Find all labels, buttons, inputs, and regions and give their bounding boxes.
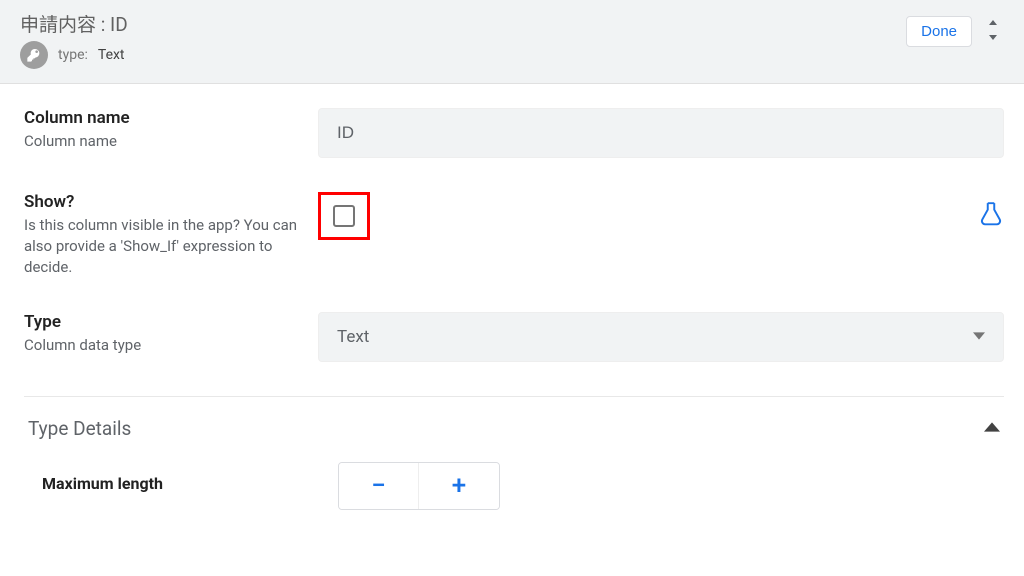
label-show: Show? Is this column visible in the app?… [24, 192, 318, 278]
header-subtitle: type: Text [20, 41, 128, 69]
row-type: Type Column data type Text [24, 312, 1004, 362]
divider [24, 396, 1004, 397]
type-value: Text [98, 47, 125, 63]
title-sep: : [96, 13, 110, 36]
column-name-input[interactable] [318, 108, 1004, 158]
stepper-decrement[interactable]: − [339, 463, 419, 509]
content-area: Column name Column name Show? Is this co… [0, 84, 1024, 510]
expand-icon[interactable] [986, 20, 1000, 44]
control-column-name [318, 108, 1004, 158]
control-show [318, 192, 1004, 240]
control-type: Text [318, 312, 1004, 362]
type-details-title: Type Details [28, 417, 131, 440]
chevron-down-icon [973, 327, 985, 347]
header-bar: 申請内容 : ID type: Text Done [0, 0, 1024, 84]
title-prefix: 申請内容 [20, 13, 96, 36]
row-show: Show? Is this column visible in the app?… [24, 192, 1004, 278]
section-type-details[interactable]: Type Details [24, 417, 1004, 462]
type-title: Type [24, 312, 298, 332]
type-desc: Column data type [24, 335, 298, 356]
page-title: 申請内容 : ID [20, 10, 128, 37]
show-desc: Is this column visible in the app? You c… [24, 215, 298, 278]
key-icon [20, 41, 48, 69]
type-label: type: [58, 47, 88, 63]
label-column-name: Column name Column name [24, 108, 318, 152]
flask-icon[interactable] [978, 201, 1004, 231]
show-checkbox[interactable] [333, 205, 355, 227]
type-select[interactable]: Text [318, 312, 1004, 362]
show-title: Show? [24, 192, 298, 212]
max-length-label: Maximum length [42, 462, 338, 493]
column-name-title: Column name [24, 108, 298, 128]
label-type: Type Column data type [24, 312, 318, 356]
header-right: Done [906, 10, 1000, 47]
row-column-name: Column name Column name [24, 108, 1004, 158]
title-value: ID [110, 13, 128, 36]
chevron-up-icon [984, 419, 1000, 439]
type-select-value: Text [337, 327, 369, 347]
column-name-desc: Column name [24, 131, 298, 152]
done-button[interactable]: Done [906, 16, 972, 47]
show-checkbox-highlight [318, 192, 370, 240]
row-max-length: Maximum length − + [24, 462, 1004, 510]
max-length-stepper: − + [338, 462, 500, 510]
header-left: 申請内容 : ID type: Text [20, 10, 128, 69]
stepper-increment[interactable]: + [419, 463, 499, 509]
